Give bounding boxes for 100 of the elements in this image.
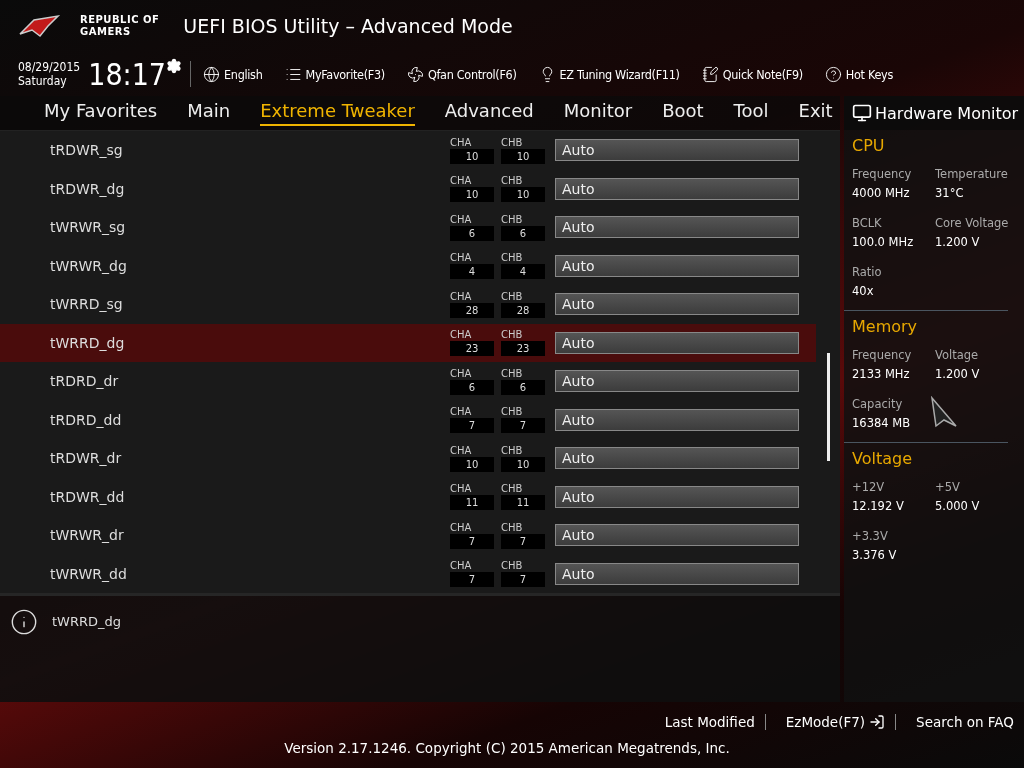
setting-name: tWRRD_dg: [49, 334, 126, 351]
value-field[interactable]: Auto: [555, 139, 799, 162]
value-field[interactable]: Auto: [555, 177, 799, 200]
channel-label: CHB: [501, 406, 524, 419]
channel-label: CHA: [450, 560, 473, 573]
info-icon: [10, 608, 38, 636]
monitor-icon: [852, 103, 872, 123]
help-text: tWRRD_dg: [52, 614, 122, 629]
menu-tab[interactable]: Exit: [798, 100, 833, 126]
menu-tab[interactable]: Tool: [733, 100, 769, 126]
channel-label: CHB: [501, 213, 524, 226]
channel-value: 4: [450, 264, 494, 280]
section-title: CPU: [852, 136, 886, 155]
channel-label: CHA: [450, 406, 473, 419]
channel-value: 10: [450, 148, 494, 164]
stat-value: 3.376 V: [852, 548, 898, 562]
channel-value: 10: [450, 187, 494, 203]
toolbar-button[interactable]: English: [203, 65, 263, 83]
channel-label: CHA: [450, 290, 473, 303]
toolbar-button[interactable]: Quick Note(F9): [701, 65, 803, 83]
channel-value: 28: [450, 302, 494, 318]
value-field[interactable]: Auto: [555, 562, 799, 585]
stat-label: +5V: [935, 480, 961, 494]
value-field[interactable]: Auto: [555, 485, 799, 508]
channel-value: 7: [450, 533, 494, 549]
setting-name: tRDWR_sg: [49, 142, 124, 159]
channel-label: CHA: [450, 367, 473, 380]
stat-label: BCLK: [852, 216, 883, 230]
stat-value: 12.192 V: [852, 499, 905, 513]
footer-link[interactable]: Search on FAQ: [895, 714, 1024, 730]
clock-time: 18:17: [88, 56, 166, 92]
exit-arrow-icon: [869, 714, 886, 730]
value-field[interactable]: Auto: [555, 254, 799, 277]
version-text: Version 2.17.1246. Copyright (C) 2015 American Megatrends, Inc.: [284, 740, 730, 756]
channel-label: CHB: [501, 329, 524, 342]
fan-icon: [406, 65, 424, 83]
stat-value: 16384 MB: [852, 416, 912, 430]
value-field[interactable]: Auto: [555, 293, 799, 316]
channel-label: CHB: [501, 483, 524, 496]
channel-value: 7: [501, 533, 545, 549]
channel-value: 10: [450, 456, 494, 472]
menu-tab[interactable]: Monitor: [563, 100, 633, 126]
setting-name: tWRWR_dg: [49, 257, 128, 274]
settings-icon[interactable]: [166, 58, 182, 74]
section-title: Memory: [852, 317, 919, 336]
channel-label: CHA: [450, 444, 473, 457]
setting-name: tWRWR_dd: [49, 565, 128, 582]
setting-name: tRDWR_dr: [49, 450, 123, 467]
stat-value: 1.200 V: [935, 367, 981, 381]
menu-tab[interactable]: My Favorites: [44, 100, 158, 126]
setting-name: tRDWR_dd: [49, 488, 126, 505]
channel-label: CHB: [501, 290, 524, 303]
channel-label: CHB: [501, 136, 524, 149]
value-field[interactable]: Auto: [555, 447, 799, 470]
help-icon: [824, 65, 842, 83]
toolbar-button[interactable]: Qfan Control(F6): [406, 65, 517, 83]
toolbar-button[interactable]: EZ Tuning Wizard(F11): [538, 65, 680, 83]
day-text: Saturday: [18, 74, 68, 88]
stat-label: +3.3V: [852, 529, 889, 543]
section-title: Voltage: [852, 449, 913, 468]
footer-link[interactable]: Last Modified: [644, 714, 765, 730]
channel-label: CHA: [450, 213, 473, 226]
setting-name: tRDWR_dg: [49, 180, 126, 197]
stat-value: 4000 MHz: [852, 186, 911, 200]
footer-link[interactable]: EzMode(F7): [764, 714, 896, 730]
menu-tab[interactable]: Main: [187, 100, 231, 126]
channel-label: CHB: [501, 444, 524, 457]
window-title: UEFI BIOS Utility – Advanced Mode: [183, 15, 513, 37]
stat-value: 40x: [852, 284, 875, 298]
menu-tab[interactable]: Boot: [662, 100, 704, 126]
value-field[interactable]: Auto: [555, 524, 799, 547]
channel-label: CHB: [501, 252, 524, 265]
toolbar-button[interactable]: Hot Keys: [824, 65, 893, 83]
menu-tab[interactable]: Advanced: [444, 100, 534, 126]
channel-value: 10: [501, 148, 545, 164]
channel-value: 6: [501, 225, 545, 241]
channel-value: 28: [501, 302, 545, 318]
value-field[interactable]: Auto: [555, 408, 799, 431]
channel-value: 6: [501, 379, 545, 395]
toolbar-button[interactable]: MyFavorite(F3): [284, 65, 385, 83]
channel-value: 10: [501, 456, 545, 472]
channel-label: CHB: [501, 175, 524, 188]
channel-label: CHA: [450, 136, 473, 149]
setting-name: tRDRD_dr: [49, 373, 120, 390]
stat-label: Frequency: [852, 167, 913, 181]
stat-label: Ratio: [852, 265, 883, 279]
channel-label: CHB: [501, 560, 524, 573]
channel-value: 10: [501, 187, 545, 203]
channel-label: CHB: [501, 521, 524, 534]
channel-value: 23: [501, 341, 545, 357]
setting-name: tWRWR_dr: [49, 527, 125, 544]
value-field[interactable]: Auto: [555, 216, 799, 239]
menu-tab[interactable]: Extreme Tweaker: [260, 100, 415, 126]
value-field[interactable]: Auto: [555, 370, 799, 393]
stat-value: 31°C: [935, 186, 965, 200]
setting-name: tWRWR_sg: [49, 219, 127, 236]
channel-value: 7: [450, 572, 494, 588]
channel-value: 4: [501, 264, 545, 280]
scrollbar[interactable]: [827, 353, 830, 461]
value-field[interactable]: Auto: [555, 331, 799, 354]
